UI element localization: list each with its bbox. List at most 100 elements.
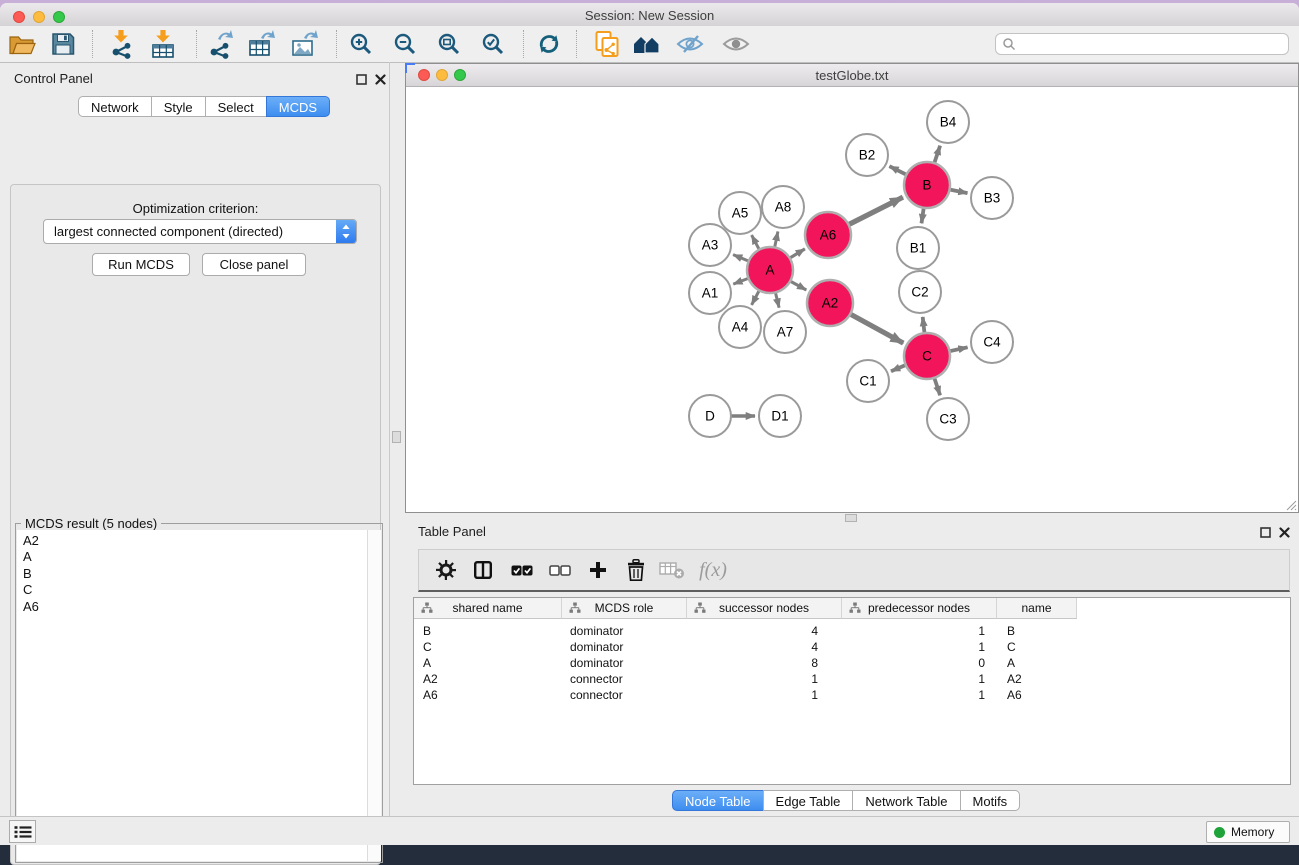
graph-node-C[interactable]: C xyxy=(904,333,950,379)
table-cell[interactable]: C xyxy=(414,639,562,655)
close-panel-button[interactable]: Close panel xyxy=(202,253,306,276)
run-mcds-button[interactable]: Run MCDS xyxy=(92,253,190,276)
table-cell[interactable]: 1 xyxy=(842,671,997,687)
graph-node-C4[interactable]: C4 xyxy=(971,321,1013,363)
import-table-button[interactable] xyxy=(146,28,180,60)
graph-node-A3[interactable]: A3 xyxy=(689,224,731,266)
mcds-result-scrollbar[interactable] xyxy=(367,530,381,861)
mcds-result-item[interactable]: A xyxy=(17,549,381,565)
float-panel-icon[interactable] xyxy=(355,73,367,85)
graph-node-A5[interactable]: A5 xyxy=(719,192,761,234)
table-row[interactable]: A6 connector 1 1 A6 xyxy=(414,687,1077,703)
table-row[interactable]: B dominator 4 1 B xyxy=(414,623,1077,639)
graph-node-B1[interactable]: B1 xyxy=(897,227,939,269)
close-panel-icon[interactable] xyxy=(374,73,386,85)
close-table-panel-icon[interactable] xyxy=(1278,526,1290,538)
tab-edge-table[interactable]: Edge Table xyxy=(763,790,854,811)
zoom-fit-button[interactable] xyxy=(432,28,466,60)
deselect-all-button[interactable] xyxy=(543,554,577,586)
zoom-out-button[interactable] xyxy=(388,28,422,60)
table-cell[interactable]: 8 xyxy=(687,655,842,671)
column-header-predecessor-nodes[interactable]: predecessor nodes xyxy=(842,598,997,619)
memory-button[interactable]: Memory xyxy=(1206,821,1290,843)
graph-node-B[interactable]: B xyxy=(904,162,950,208)
table-cell[interactable]: dominator xyxy=(562,623,687,639)
graph-node-B4[interactable]: B4 xyxy=(927,101,969,143)
mcds-result-item[interactable]: A2 xyxy=(17,533,381,549)
tab-network[interactable]: Network xyxy=(78,96,152,117)
float-table-panel-icon[interactable] xyxy=(1259,526,1271,538)
select-all-button[interactable] xyxy=(505,554,539,586)
vertical-split-handle[interactable] xyxy=(392,431,401,443)
graph-node-D[interactable]: D xyxy=(689,395,731,437)
export-table-button[interactable] xyxy=(244,28,278,60)
graph-node-B2[interactable]: B2 xyxy=(846,134,888,176)
table-cell[interactable]: A2 xyxy=(997,671,1077,687)
search-field[interactable] xyxy=(995,33,1289,55)
graph-node-A4[interactable]: A4 xyxy=(719,306,761,348)
mcds-result-item[interactable]: C xyxy=(17,582,381,598)
window-resize-grip[interactable] xyxy=(1284,498,1297,511)
table-row[interactable]: A2 connector 1 1 A2 xyxy=(414,671,1077,687)
graph-node-D1[interactable]: D1 xyxy=(759,395,801,437)
table-cell[interactable]: 1 xyxy=(842,639,997,655)
table-cell[interactable]: B xyxy=(997,623,1077,639)
tab-mcds[interactable]: MCDS xyxy=(266,96,330,117)
criterion-dropdown[interactable]: largest connected component (directed) xyxy=(43,219,357,244)
tab-node-table[interactable]: Node Table xyxy=(672,790,764,811)
mcds-result-item[interactable]: B xyxy=(17,566,381,582)
network-graph[interactable]: B4B2BB3A5A8A6A3B1AA1C2A2A4A7C4CC1C3DD1 xyxy=(406,86,1298,512)
table-cell[interactable]: 1 xyxy=(687,687,842,703)
graph-node-A8[interactable]: A8 xyxy=(762,186,804,228)
table-row[interactable]: C dominator 4 1 C xyxy=(414,639,1077,655)
save-session-button[interactable] xyxy=(46,28,80,60)
show-all-button[interactable] xyxy=(719,28,753,60)
network-canvas[interactable]: B4B2BB3A5A8A6A3B1AA1C2A2A4A7C4CC1C3DD1 xyxy=(406,86,1298,512)
graph-node-A2[interactable]: A2 xyxy=(807,280,853,326)
network-window-title-bar[interactable]: testGlobe.txt xyxy=(406,64,1298,87)
table-settings-button[interactable] xyxy=(429,554,463,586)
table-cell[interactable]: connector xyxy=(562,671,687,687)
tab-select[interactable]: Select xyxy=(205,96,267,117)
table-cell[interactable]: A2 xyxy=(414,671,562,687)
delete-row-button[interactable] xyxy=(619,554,653,586)
graph-node-A[interactable]: A xyxy=(747,247,793,293)
graph-node-C3[interactable]: C3 xyxy=(927,398,969,440)
tab-network-table[interactable]: Network Table xyxy=(852,790,960,811)
houses-button[interactable] xyxy=(630,28,664,60)
graph-node-A6[interactable]: A6 xyxy=(805,212,851,258)
column-header-mcds-role[interactable]: MCDS role xyxy=(562,598,687,619)
table-cell[interactable]: connector xyxy=(562,687,687,703)
table-cell[interactable]: 0 xyxy=(842,655,997,671)
table-cell[interactable]: A6 xyxy=(997,687,1077,703)
table-row[interactable]: A dominator 8 0 A xyxy=(414,655,1077,671)
table-cell[interactable]: B xyxy=(414,623,562,639)
add-row-button[interactable] xyxy=(581,554,615,586)
column-header-successor-nodes[interactable]: successor nodes xyxy=(687,598,842,619)
column-header-shared-name[interactable]: shared name xyxy=(414,598,562,619)
table-cell[interactable]: dominator xyxy=(562,655,687,671)
table-cell[interactable]: dominator xyxy=(562,639,687,655)
search-input[interactable] xyxy=(1020,36,1288,52)
table-cell[interactable]: A6 xyxy=(414,687,562,703)
table-cell[interactable]: 1 xyxy=(687,671,842,687)
import-network-button[interactable] xyxy=(104,28,138,60)
status-menu-button[interactable] xyxy=(9,820,36,843)
open-file-button[interactable] xyxy=(5,28,39,60)
graph-node-A1[interactable]: A1 xyxy=(689,272,731,314)
table-cell[interactable]: 1 xyxy=(842,623,997,639)
table-cell[interactable]: A xyxy=(414,655,562,671)
table-cell[interactable]: A xyxy=(997,655,1077,671)
table-cell[interactable]: 4 xyxy=(687,639,842,655)
table-cell[interactable]: 1 xyxy=(842,687,997,703)
new-network-from-selection-button[interactable] xyxy=(590,28,624,60)
zoom-in-button[interactable] xyxy=(344,28,378,60)
graph-node-C2[interactable]: C2 xyxy=(899,271,941,313)
export-network-button[interactable] xyxy=(202,28,236,60)
mcds-result-item[interactable]: A6 xyxy=(17,599,381,615)
table-cell[interactable]: C xyxy=(997,639,1077,655)
refresh-button[interactable] xyxy=(532,28,566,60)
graph-node-A7[interactable]: A7 xyxy=(764,311,806,353)
table-cell[interactable]: 4 xyxy=(687,623,842,639)
export-image-button[interactable] xyxy=(287,28,321,60)
